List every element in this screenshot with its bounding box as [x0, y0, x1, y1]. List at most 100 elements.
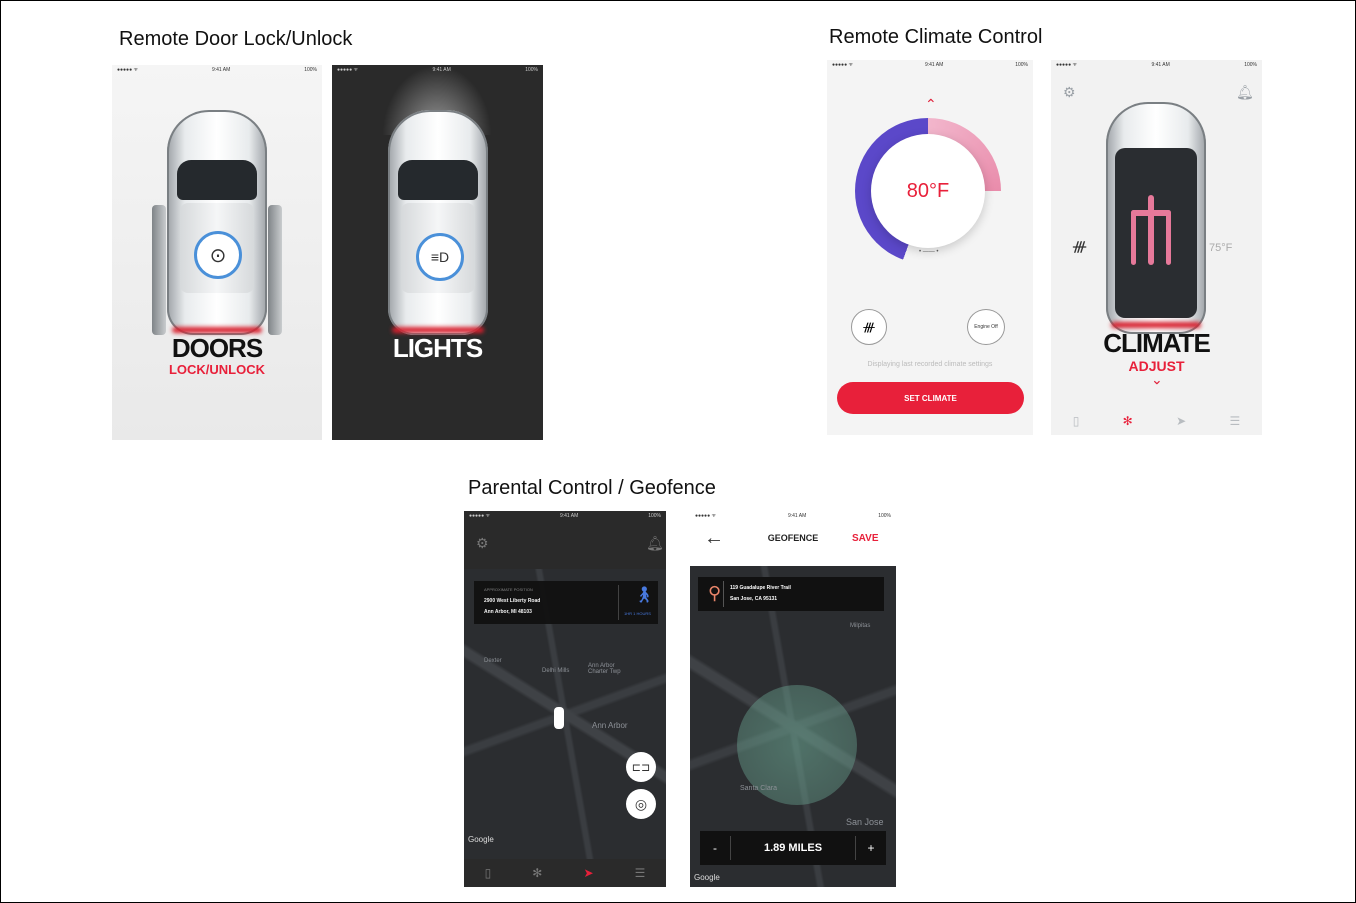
car-windshield [398, 160, 478, 200]
cabin-temperature: 75°F [1209, 242, 1233, 254]
status-time: 9:41 AM [924, 62, 944, 68]
doors-label: DOORS [171, 333, 263, 363]
card-divider [723, 581, 724, 607]
climate-info-text: Displaying last recorded climate setting… [867, 361, 993, 368]
rear-defrost-icon[interactable]: ᚍ [1073, 238, 1086, 255]
walk-time: 1HR 1 HOURS [624, 611, 651, 616]
carrier-signal: ●●●●● ᯤ [469, 513, 491, 519]
carrier-signal: ●●●●● ᯤ [695, 513, 717, 519]
radius-stepper: - 1.89 MILES + [700, 831, 886, 865]
status-bar: ●●●●● ᯤ 9:41 AM 100% [827, 60, 1033, 70]
battery-level: 100% [525, 67, 538, 73]
status-time: 9:41 AM [1151, 62, 1170, 68]
status-bar: ●●●●● ᯤ 9:41 AM 100% [690, 511, 896, 521]
rear-defrost-icon: ᚍ [863, 320, 875, 334]
carrier-signal: ●●●●● ᯤ [117, 67, 139, 73]
bell-icon[interactable]: 🔔︎ [646, 535, 664, 552]
climate-screen: ●●●●● ᯤ 9:41 AM 100% ⌃ 80°F • —— • ᚍ Eng… [827, 60, 1033, 435]
set-climate-button[interactable]: SET CLIMATE [837, 382, 1024, 414]
doors-screen: ●●●●● ᯤ 9:41 AM 100% ⌃ ⊙ DOORS LOCK/UNLO… [112, 65, 322, 440]
tab-bar: ▯ ✻ ➤ ☰ [464, 859, 666, 887]
left-door [152, 205, 166, 335]
lights-label: LIGHTS [392, 333, 483, 363]
position-heading: APPROXIMATE POSITION [484, 587, 533, 592]
lock-open-icon[interactable]: ⊙ [194, 231, 242, 279]
tab-settings-sliders-icon[interactable]: ☰ [1230, 414, 1241, 428]
climate-label: CLIMATE [1103, 328, 1211, 358]
tab-doors-icon[interactable]: ▯ [1073, 414, 1080, 428]
google-attribution: Google [468, 835, 494, 844]
climate-section-title: Remote Climate Control [829, 26, 1043, 48]
climate-car-screen: ●●●●● ᯤ 9:41 AM 100% ⚙ 🔔︎ ᚍ 75°F CLIMATE… [1051, 60, 1262, 435]
status-time: 9:41 AM [559, 513, 579, 519]
status-bar: ●●●●● ᯤ 9:41 AM 100% [112, 65, 322, 75]
chevron-up-icon[interactable]: ⌃ [925, 96, 937, 113]
map-label-milpitas: Milpitas [850, 623, 871, 629]
car-horn-button[interactable]: ⊏⊐ [626, 752, 656, 782]
page-dots: • —— • [919, 249, 939, 255]
geofence-address-card: ⚲ 119 Guadalupe River Trail San Jose, CA… [698, 577, 884, 611]
location-pin-icon: ⚲ [708, 583, 722, 603]
carrier-signal: ●●●●● ᯤ [1056, 62, 1078, 68]
tab-climate-fan-icon[interactable]: ✻ [532, 866, 542, 880]
save-button[interactable]: SAVE [852, 533, 879, 544]
chevron-down-icon[interactable]: ⌃ [1151, 370, 1163, 387]
airflow-center [1148, 195, 1154, 265]
battery-level: 100% [1015, 62, 1028, 68]
tab-bar: ▯ ✻ ➤ ☰ [1051, 407, 1262, 435]
doors-section-title: Remote Door Lock/Unlock [119, 28, 353, 50]
tab-settings-sliders-icon[interactable]: ☰ [635, 866, 646, 880]
map-label-ann-arbor: Ann Arbor [592, 721, 628, 730]
temperature-value: 80°F [906, 179, 950, 202]
lock-unlock-label[interactable]: LOCK/UNLOCK [112, 362, 322, 377]
position-card: APPROXIMATE POSITION 2900 West Liberty R… [474, 581, 658, 624]
geofence-address-line-1: 119 Guadalupe River Trail [730, 585, 791, 591]
battery-level: 100% [878, 513, 891, 519]
right-door [268, 205, 282, 335]
map-label-delhi-mills: Delhi Mills [542, 668, 570, 674]
address-line-2: Ann Arbor, MI 48103 [484, 609, 532, 615]
walking-person-icon[interactable]: 🚶︎ [634, 585, 654, 605]
engine-off-button[interactable]: Engine Off [967, 309, 1005, 345]
rear-defrost-button[interactable]: ᚍ [851, 309, 887, 345]
map-label-santa-clara: Santa Clara [740, 785, 777, 792]
carrier-signal: ●●●●● ᯤ [832, 62, 854, 68]
battery-level: 100% [648, 513, 661, 519]
map-label-dexter: Dexter [484, 658, 502, 664]
card-divider [618, 585, 619, 620]
airflow-cross [1131, 210, 1171, 216]
geofence-address-line-2: San Jose, CA 95131 [730, 596, 778, 602]
radius-decrease-button[interactable]: - [700, 841, 730, 855]
map-label-charter-twp: Ann Arbor Charter Twp [588, 663, 621, 675]
google-attribution: Google [694, 873, 720, 882]
tab-location-icon[interactable]: ➤ [1176, 414, 1186, 428]
address-line-1: 2900 West Liberty Road [484, 598, 541, 604]
headlight-icon[interactable]: ≡D [416, 233, 464, 281]
car-windshield [177, 160, 257, 200]
gear-icon[interactable]: ⚙ [476, 535, 489, 552]
radius-increase-button[interactable]: + [856, 841, 886, 855]
status-bar: ●●●●● ᯤ 9:41 AM 100% [1051, 60, 1262, 70]
map-label-san-jose: San Jose [846, 817, 884, 827]
locate-target-icon[interactable]: ◎ [626, 789, 656, 819]
carrier-signal: ●●●●● ᯤ [337, 67, 359, 73]
status-bar: ●●●●● ᯤ 9:41 AM 100% [464, 511, 666, 521]
radius-value: 1.89 MILES [763, 842, 823, 854]
lights-screen: ●●●●● ᯤ 9:41 AM 100% ⌃ ≡D LIGHTS [332, 65, 543, 440]
status-time: 9:41 AM [787, 513, 807, 519]
tab-location-icon[interactable]: ➤ [583, 866, 593, 880]
battery-level: 100% [1244, 62, 1257, 68]
car-interior [1115, 148, 1197, 318]
battery-level: 100% [304, 67, 317, 73]
tab-climate-fan-icon[interactable]: ✻ [1123, 414, 1133, 428]
temperature-knob[interactable]: 80°F [871, 134, 985, 248]
car-location-marker[interactable] [554, 707, 564, 729]
airflow-left [1131, 210, 1136, 265]
position-screen: ●●●●● ᯤ 9:41 AM 100% ⚙ 🔔︎ APPROXIMATE PO… [464, 511, 666, 887]
status-time: 9:41 AM [211, 67, 231, 73]
tab-doors-icon[interactable]: ▯ [485, 866, 492, 880]
airflow-right [1166, 210, 1171, 265]
gear-icon[interactable]: ⚙ [1063, 84, 1076, 101]
geofence-screen: ●●●●● ᯤ 9:41 AM 100% ← GEOFENCE SAVE ⚲ 1… [690, 511, 896, 887]
bell-icon[interactable]: 🔔︎ [1236, 84, 1254, 101]
